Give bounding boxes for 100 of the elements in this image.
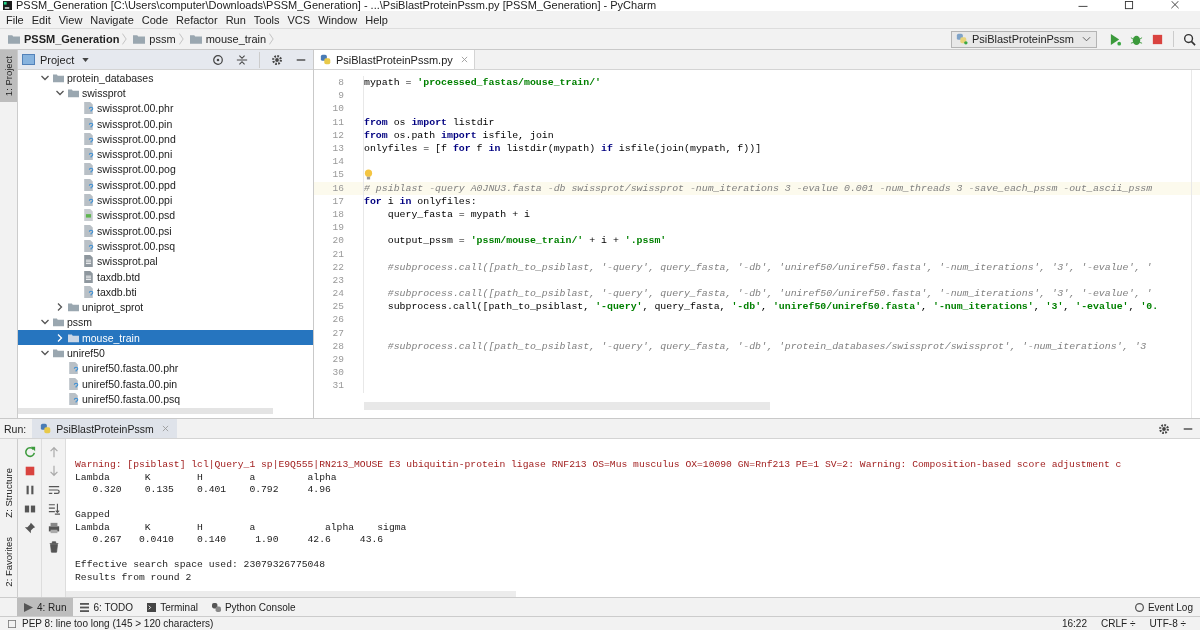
tree-item[interactable]: swissprot.00.pnd <box>18 131 313 147</box>
lightbulb-icon[interactable] <box>364 169 373 181</box>
tree-item[interactable]: uniref50 <box>18 345 313 361</box>
search-icon[interactable] <box>1183 32 1196 46</box>
side-tab[interactable]: 2: Favorites <box>0 531 17 593</box>
tree-item[interactable]: swissprot.00.phr <box>18 100 313 116</box>
tree-item[interactable]: swissprot.00.ppi <box>18 192 313 208</box>
tree-item-label: uniprot_sprot <box>82 301 144 314</box>
status-item[interactable]: CRLF ÷ <box>1101 617 1136 630</box>
tool-window-tab[interactable]: 4: Run <box>17 598 74 616</box>
tree-item[interactable]: mouse_train <box>18 330 313 346</box>
stop-icon[interactable] <box>23 465 36 477</box>
tree-item[interactable]: taxdb.btd <box>18 268 313 285</box>
menu-item[interactable]: View <box>54 13 87 26</box>
menu-item[interactable]: File <box>2 13 28 26</box>
locate-icon[interactable] <box>212 53 224 66</box>
event-log-tab[interactable]: Event Log <box>1127 598 1200 616</box>
tab-label: PsiBlastProteinPssm.py <box>336 53 453 66</box>
menu-item[interactable]: Navigate <box>86 13 138 26</box>
run-icon[interactable] <box>1109 32 1122 46</box>
tree-item[interactable]: swissprot.pal <box>18 253 313 269</box>
run-tab[interactable]: PsiBlastProteinPssm <box>32 419 177 438</box>
line-number: 9 <box>337 90 344 102</box>
collapse-all-icon[interactable] <box>236 53 248 66</box>
breadcrumb[interactable]: mouse_train <box>205 33 267 45</box>
image-file-icon <box>83 209 94 222</box>
line-number: 15 <box>331 169 344 181</box>
tab-label: 6: TODO <box>93 601 134 613</box>
dropdown-arrow-icon[interactable] <box>82 57 90 62</box>
breadcrumb[interactable]: pssm <box>149 33 176 45</box>
chevron-icon[interactable] <box>55 332 65 343</box>
pin-icon[interactable] <box>23 522 36 534</box>
console-line: Lambda K H a alpha sigma <box>75 521 408 534</box>
tree-item[interactable]: uniprot_sprot <box>18 299 313 315</box>
menu-item[interactable]: Tools <box>249 13 284 26</box>
trash-icon[interactable] <box>47 541 60 553</box>
chevron-icon[interactable] <box>55 302 65 313</box>
tree-item[interactable]: swissprot.00.psd <box>18 207 313 223</box>
text-file-icon <box>83 270 94 283</box>
side-tab[interactable]: Z: Structure <box>0 461 17 524</box>
tree-item[interactable]: uniref50.fasta.00.pin <box>18 375 313 392</box>
tree-item[interactable]: uniref50.fasta.00.phr <box>18 360 313 376</box>
run-configuration-dropdown[interactable]: PsiBlastProteinPssm <box>950 30 1097 48</box>
tool-window-tab[interactable]: Python Console <box>204 598 303 616</box>
tree-item[interactable]: swissprot.00.psi <box>18 222 313 239</box>
tree-item[interactable]: protein_databases <box>18 70 313 86</box>
settings-icon[interactable] <box>1158 422 1170 435</box>
close-icon[interactable] <box>1170 1 1180 10</box>
tree-item[interactable]: swissprot.00.pni <box>18 146 313 162</box>
menu-item[interactable]: Window <box>314 13 362 26</box>
console-line: Gapped <box>75 509 111 522</box>
tree-item-label: uniref50 <box>67 347 105 359</box>
code-line: mypath = 'processed_fastas/mouse_train/' <box>364 76 602 90</box>
folder-icon <box>8 34 20 44</box>
tool-window-tab[interactable]: 6: TODO <box>73 598 141 616</box>
tree-item[interactable]: pssm <box>18 314 313 331</box>
menu-item[interactable]: Help <box>361 13 392 26</box>
tree-item-label: uniref50.fasta.00.phr <box>82 362 179 375</box>
tree-item[interactable]: swissprot.00.ppd <box>18 177 313 193</box>
scrollbar[interactable] <box>66 591 516 597</box>
settings-icon[interactable] <box>271 53 283 66</box>
side-tab[interactable]: 1: Project <box>0 50 17 103</box>
python-icon <box>955 33 968 45</box>
menu-item[interactable]: Refactor <box>172 13 222 26</box>
panel-title[interactable]: Project <box>40 53 75 66</box>
menu-item[interactable]: Code <box>137 13 173 26</box>
console-line: 0.267 0.0410 0.140 1.90 42.6 43.6 <box>91 534 385 547</box>
maximize-icon[interactable] <box>1124 1 1134 10</box>
tree-item-label: swissprot.00.ppi <box>97 194 173 206</box>
tree-item-label: pssm <box>67 316 93 329</box>
tree-item[interactable]: taxdb.bti <box>18 284 313 300</box>
menu-item[interactable]: Run <box>221 13 250 26</box>
stop-icon[interactable] <box>1151 32 1164 46</box>
chevron-icon <box>269 32 275 46</box>
menu-item[interactable]: Edit <box>27 13 55 26</box>
rerun-icon[interactable] <box>23 446 36 458</box>
line-number: 16 <box>331 182 344 194</box>
chevron-icon[interactable] <box>40 348 50 358</box>
code-line: onlyfiles = [f for f in listdir(mypath) if isfile(join(mypath, f))] <box>364 142 762 156</box>
tree-item[interactable]: swissprot.00.pog <box>18 161 313 178</box>
tree-item[interactable]: swissprot <box>18 85 313 101</box>
console-line: Lambda K H a alpha <box>75 471 338 484</box>
editor-tab[interactable]: PsiBlastProteinPssm.py <box>314 50 475 69</box>
status-item[interactable]: UTF-8 ÷ <box>1149 617 1186 630</box>
folder-icon <box>53 316 64 329</box>
tool-window-tab[interactable]: Terminal <box>140 598 205 616</box>
line-number: 10 <box>331 103 344 115</box>
menu-item[interactable]: VCS <box>283 13 315 26</box>
soft-wrap-icon[interactable] <box>47 484 60 496</box>
code-line: query_fasta = mypath + i <box>386 207 530 221</box>
tree-item[interactable]: uniref50.fasta.00.psq <box>18 391 313 407</box>
tree-item[interactable]: swissprot.00.psq <box>18 238 313 254</box>
scroll-to-end-icon[interactable] <box>47 503 60 515</box>
print-icon[interactable] <box>47 522 60 534</box>
breadcrumb[interactable]: PSSM_Generation <box>24 33 120 45</box>
scrollbar[interactable] <box>18 408 273 414</box>
line-number: 25 <box>331 301 344 313</box>
tree-item[interactable]: swissprot.00.pin <box>18 115 313 132</box>
layout-icon[interactable] <box>23 503 36 515</box>
status-item[interactable]: 16:22 <box>1061 617 1087 630</box>
